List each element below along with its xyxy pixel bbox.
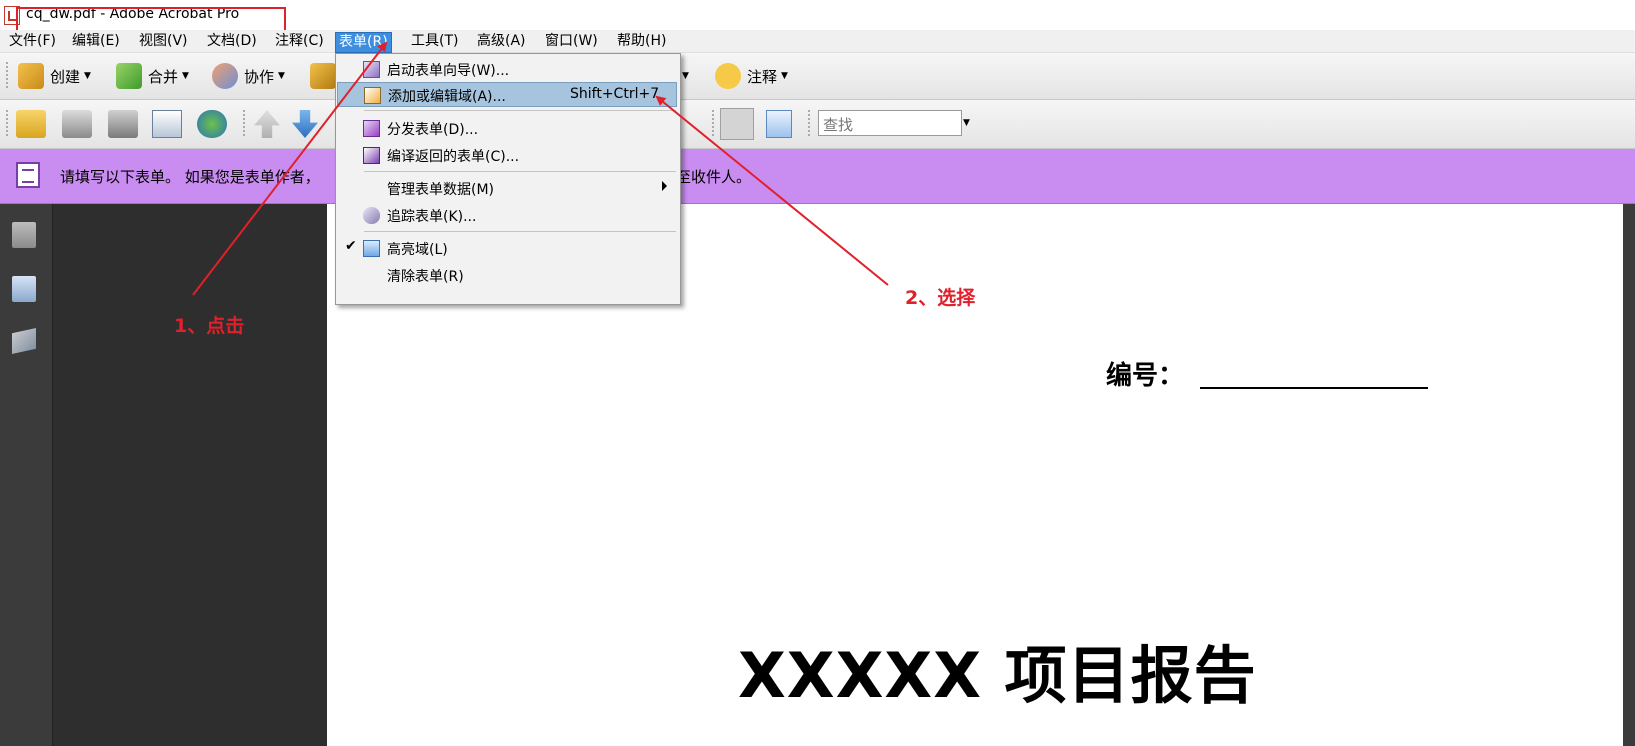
menu-item-highlight-fields[interactable]: ✔ 高亮域(L)	[337, 236, 677, 261]
menu-window[interactable]: 窗口(W)	[542, 32, 601, 51]
comment-bubble-icon	[715, 63, 741, 89]
comment-label: 注释	[747, 67, 778, 86]
menu-item-label: 清除表单(R)	[387, 269, 464, 285]
document-number-line	[1200, 387, 1428, 389]
menu-item-label: 添加或编辑域(A)...	[388, 89, 506, 105]
save-icon[interactable]	[108, 110, 138, 138]
menu-item-label: 追踪表单(K)...	[387, 209, 477, 225]
menu-file[interactable]: 文件(F)	[6, 32, 59, 51]
notification-text: 请填写以下表单。 如果您是表单作者，	[60, 168, 320, 186]
menu-view[interactable]: 视图(V)	[136, 32, 191, 51]
create-label: 创建	[50, 67, 81, 86]
menu-tools[interactable]: 工具(T)	[408, 32, 461, 51]
track-form-icon	[363, 207, 380, 224]
menu-item-label: 高亮域(L)	[387, 242, 448, 258]
form-icon	[16, 162, 40, 188]
chevron-down-icon: ▼	[682, 71, 689, 81]
menu-item-compile-returned-forms[interactable]: 编译返回的表单(C)...	[337, 143, 677, 168]
toolbar-grip	[6, 62, 8, 90]
menu-item-shortcut: Shift+Ctrl+7	[570, 86, 660, 102]
menu-item-label: 分发表单(D)...	[387, 122, 479, 138]
signatures-icon[interactable]	[12, 328, 36, 354]
compile-form-icon	[363, 147, 380, 164]
combine-button[interactable]: 合并 ▼	[116, 61, 189, 91]
menu-help[interactable]: 帮助(H)	[614, 32, 669, 51]
email-icon[interactable]	[152, 110, 182, 138]
distribute-form-icon	[363, 120, 380, 137]
find-input[interactable]: 查找	[818, 110, 962, 136]
menu-separator	[364, 231, 676, 232]
chevron-down-icon: ▼	[278, 71, 285, 81]
lock-icon	[310, 63, 336, 89]
menu-item-label: 编译返回的表单(C)...	[387, 149, 520, 165]
highlight-field-icon	[363, 240, 380, 257]
create-icon	[18, 63, 44, 89]
form-wizard-icon	[363, 61, 380, 78]
menu-item-add-edit-fields[interactable]: 添加或编辑域(A)... Shift+Ctrl+7	[337, 82, 677, 107]
notification-text-end: 至收件人。	[676, 168, 752, 186]
menu-item-label: 管理表单数据(M)	[387, 182, 495, 198]
bookmarks-icon[interactable]	[12, 276, 36, 302]
title-highlight-box	[16, 7, 286, 32]
toolbar-grip	[6, 110, 8, 138]
menu-item-distribute-form[interactable]: 分发表单(D)...	[337, 116, 677, 141]
collaborate-label: 协作	[244, 67, 275, 86]
toolbar-separator	[808, 110, 810, 138]
menu-separator	[364, 171, 676, 172]
chevron-down-icon: ▼	[781, 71, 788, 81]
menu-item-label: 启动表单向导(W)...	[387, 63, 510, 79]
web-upload-icon[interactable]	[197, 110, 227, 138]
document-number-label: 编号：	[1106, 361, 1185, 391]
menu-item-manage-form-data[interactable]: 管理表单数据(M)	[337, 176, 677, 201]
collaborate-button[interactable]: 协作 ▼	[212, 61, 285, 91]
previous-page-icon[interactable]	[254, 110, 280, 138]
fit-width-icon[interactable]	[720, 108, 754, 140]
chevron-down-icon: ▼	[182, 71, 189, 81]
menu-edit[interactable]: 编辑(E)	[69, 32, 123, 51]
combine-label: 合并	[148, 67, 179, 86]
annotation-step1-label: 1、点击	[174, 315, 245, 337]
checkmark-icon: ✔	[345, 238, 357, 254]
menu-separator	[364, 110, 676, 111]
open-folder-icon[interactable]	[16, 110, 46, 138]
menu-item-track-forms[interactable]: 追踪表单(K)...	[337, 203, 677, 228]
menu-comment[interactable]: 注释(C)	[272, 32, 327, 51]
pages-icon[interactable]	[12, 222, 36, 248]
print-icon[interactable]	[62, 110, 92, 138]
chevron-down-icon: ▼	[84, 71, 91, 81]
find-dropdown-icon[interactable]: ▼	[963, 118, 970, 128]
combine-icon	[116, 63, 142, 89]
toolbar-separator	[712, 110, 714, 138]
annotation-step2-label: 2、选择	[905, 287, 976, 309]
document-title: XXXXX 项目报告	[738, 639, 1257, 712]
menu-document[interactable]: 文档(D)	[204, 32, 260, 51]
menu-item-clear-form[interactable]: 清除表单(R)	[337, 263, 677, 288]
menu-advanced[interactable]: 高级(A)	[474, 32, 529, 51]
next-page-icon[interactable]	[292, 110, 318, 138]
menu-bar: 文件(F) 编辑(E) 视图(V) 文档(D) 注释(C) 表单(R) 工具(T…	[0, 30, 1635, 53]
edit-field-icon	[364, 87, 381, 104]
task-toolbar: 创建▼ 合并▼ 协作▼ 体▼ 注释▼	[0, 53, 1635, 100]
menu-forms[interactable]: 表单(R)	[335, 32, 392, 53]
create-button[interactable]: 创建 ▼	[18, 61, 91, 91]
toolbar-separator	[243, 110, 245, 138]
submenu-arrow-icon	[662, 181, 667, 191]
menu-item-start-form-wizard[interactable]: 启动表单向导(W)...	[337, 57, 677, 82]
collaborate-icon	[212, 63, 238, 89]
document-border	[1623, 204, 1635, 746]
comment-button[interactable]: 注释 ▼	[715, 61, 788, 91]
form-notification-bar: 请填写以下表单。 如果您是表单作者， 至收件人。	[0, 149, 1635, 204]
forms-menu: 启动表单向导(W)... 添加或编辑域(A)... Shift+Ctrl+7 分…	[335, 53, 681, 305]
fit-page-icon[interactable]	[766, 110, 792, 138]
navigation-pane	[0, 204, 53, 746]
navigation-panel	[53, 204, 327, 746]
file-toolbar: 查找 ▼	[0, 100, 1635, 149]
